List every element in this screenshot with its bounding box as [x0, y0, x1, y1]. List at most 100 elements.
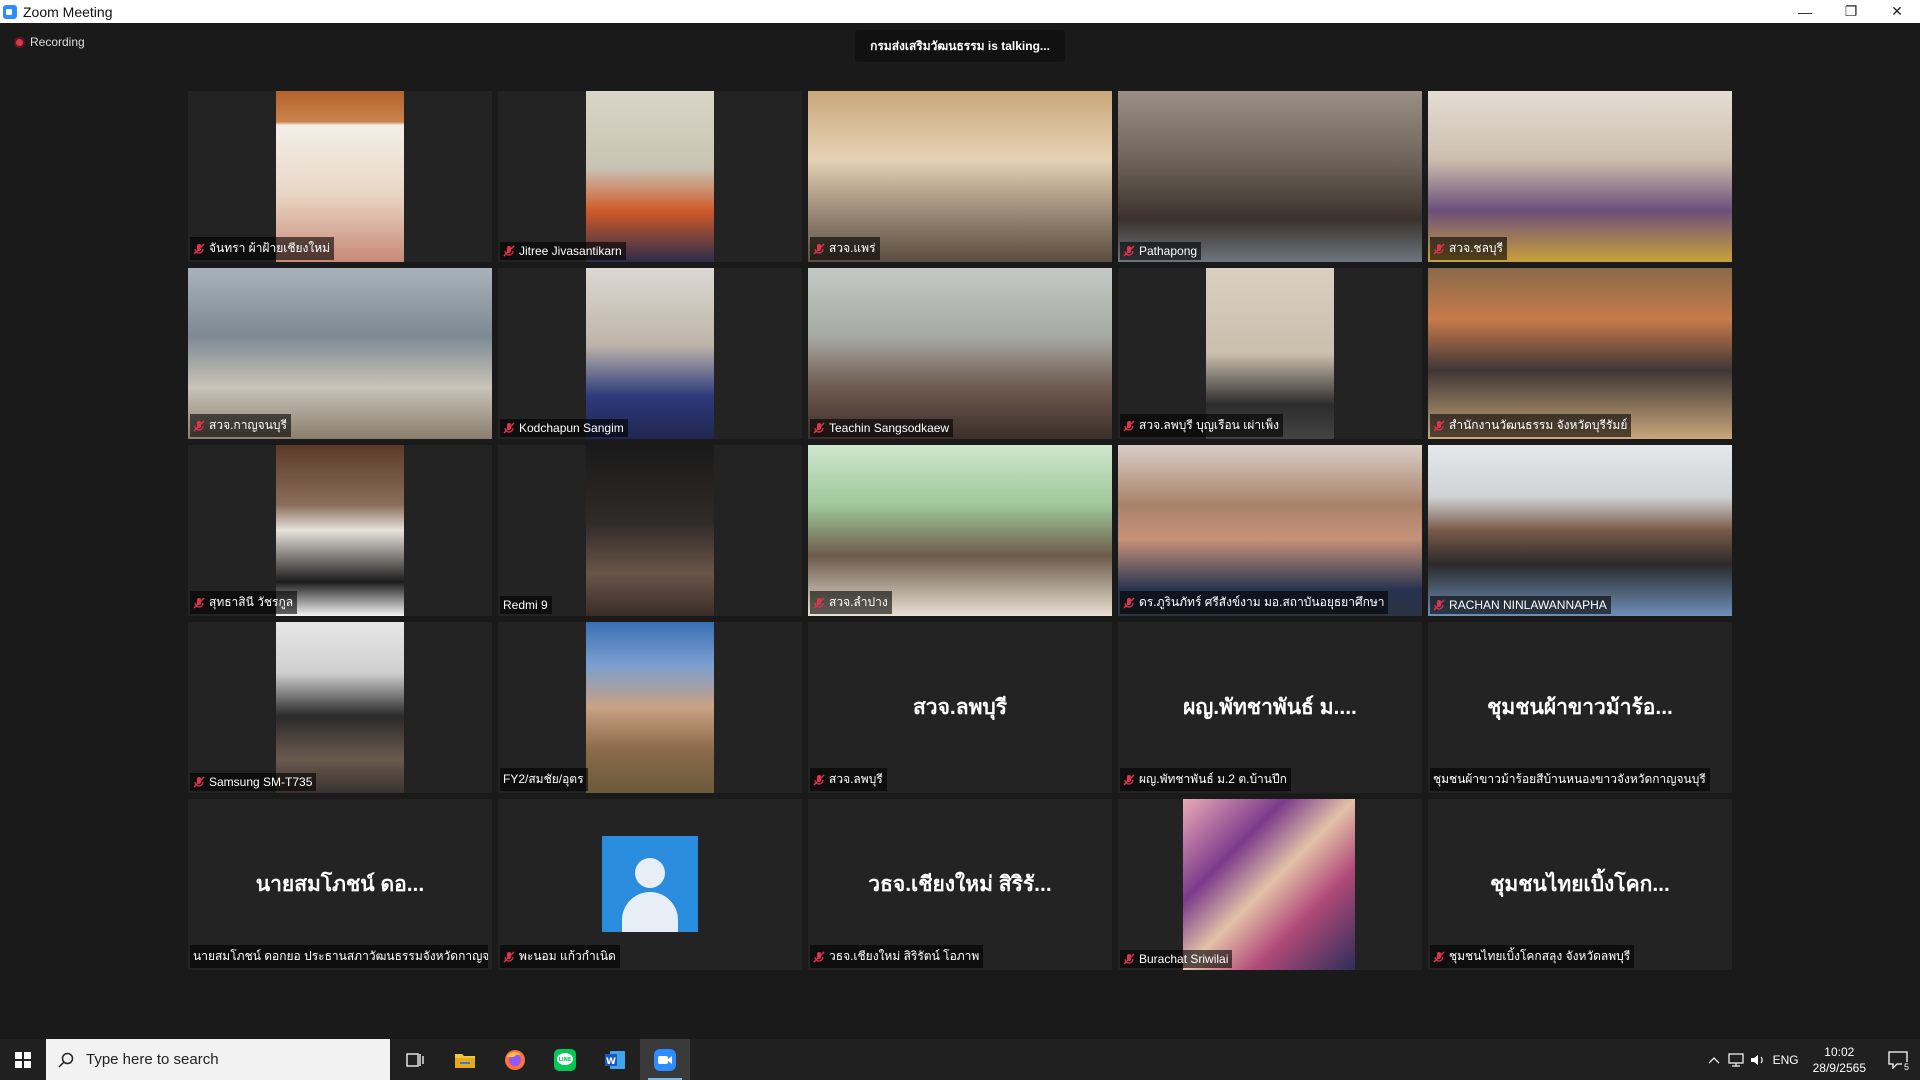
mic-muted-icon [1123, 774, 1135, 785]
participant-tile[interactable]: วธจ.เชียงใหม่ สิริรั... วธจ.เชียงใหม่ สิ… [808, 799, 1112, 970]
participant-tile[interactable]: RACHAN NINLAWANNAPHA [1428, 445, 1732, 616]
participant-tile[interactable]: FY2/สมชัย/อุตร [498, 622, 802, 793]
mic-muted-icon [813, 774, 825, 785]
participant-tile[interactable]: Teachin Sangsodkaew [808, 268, 1112, 439]
mic-muted-icon [813, 243, 825, 254]
participant-tile[interactable]: สวจ.ชลบุรี [1428, 91, 1732, 262]
participant-video [586, 622, 714, 793]
participant-video [1118, 91, 1422, 262]
mic-muted-icon [1123, 420, 1135, 431]
task-view-button[interactable] [390, 1039, 440, 1080]
mic-muted-icon [503, 951, 515, 962]
participant-tile[interactable]: ชุมชนผ้าขาวม้าร้อ... ชุมชนผ้าขาวม้าร้อยส… [1428, 622, 1732, 793]
participant-name-label: Teachin Sangsodkaew [810, 419, 954, 437]
clock-time: 10:02 [1824, 1044, 1855, 1059]
participant-name-label: สุทธาสินี วัชรกูล [190, 591, 298, 614]
close-button[interactable]: ✕ [1874, 0, 1920, 23]
maximize-button[interactable]: ❐ [1828, 0, 1874, 23]
participant-tile[interactable]: Samsung SM-T735 [188, 622, 492, 793]
svg-text:LINE: LINE [559, 1057, 572, 1063]
default-avatar-icon [602, 836, 698, 932]
participant-tile[interactable]: Pathapong [1118, 91, 1422, 262]
participant-video [586, 268, 714, 439]
mic-muted-icon [1123, 953, 1135, 965]
input-language-indicator[interactable]: ENG [1769, 1053, 1803, 1067]
speaker-icon [1750, 1054, 1763, 1065]
line-app-button[interactable]: LINE [540, 1039, 590, 1080]
svg-text:W: W [606, 1057, 616, 1067]
participant-name-label: Jitree Jivasantikarn [500, 242, 626, 260]
participant-tile[interactable]: ชุมชนไทยเบิ้งโคก... ชุมชนไทยเบิ้งโคกสลุง… [1428, 799, 1732, 970]
participant-tile[interactable]: สวจ.ลำปาง [808, 445, 1112, 616]
participant-tile[interactable]: สวจ.แพร่ [808, 91, 1112, 262]
participant-tile[interactable]: นายสมโภชน์ ดอ... นายสมโภชน์ ดอกยอ ประธาน… [188, 799, 492, 970]
notification-count-badge: 5 [1901, 1062, 1911, 1072]
active-speaker-banner: กรมส่งเสริมวัฒนธรรม is talking... [855, 30, 1065, 62]
start-button[interactable] [0, 1039, 46, 1080]
participant-tile[interactable]: จันทรา ผ้าฝ้ายเชียงใหม่ [188, 91, 492, 262]
participant-tile[interactable]: Kodchapun Sangim [498, 268, 802, 439]
mic-muted-icon [1123, 597, 1135, 608]
participant-tile[interactable]: Jitree Jivasantikarn [498, 91, 802, 262]
mic-muted-icon [193, 776, 205, 788]
window-titlebar: Zoom Meeting — ❐ ✕ [0, 0, 1920, 23]
participant-tile[interactable]: สุทธาสินี วัชรกูล [188, 445, 492, 616]
meeting-area: Recording กรมส่งเสริมวัฒนธรรม is talking… [0, 23, 1920, 1039]
recording-indicator[interactable]: Recording [14, 35, 85, 49]
participant-video [1183, 799, 1355, 970]
mic-muted-icon [1123, 245, 1135, 257]
participant-tile[interactable]: Redmi 9 [498, 445, 802, 616]
window-title: Zoom Meeting [23, 3, 113, 20]
minimize-button[interactable]: — [1782, 0, 1828, 23]
participant-video [1428, 445, 1732, 616]
zoom-taskbar-button[interactable] [640, 1039, 690, 1080]
participant-name-label: Pathapong [1120, 242, 1202, 260]
windows-logo-icon [15, 1051, 31, 1068]
zoom-icon [654, 1048, 676, 1071]
word-button[interactable]: W [590, 1039, 640, 1080]
search-input[interactable] [86, 1051, 366, 1068]
action-center-button[interactable]: 5 [1876, 1039, 1920, 1080]
word-icon: W [605, 1050, 625, 1069]
volume-button[interactable] [1747, 1053, 1769, 1067]
participant-name-label: Burachat Sriwilai [1120, 950, 1233, 968]
participant-tile[interactable]: สำนักงานวัฒนธรรม จังหวัดบุรีรัมย์ [1428, 268, 1732, 439]
folder-icon [455, 1053, 475, 1068]
participant-tile[interactable]: พะนอม แก้วกำเนิด [498, 799, 802, 970]
file-explorer-button[interactable] [440, 1039, 490, 1080]
line-icon: LINE [554, 1048, 576, 1071]
participant-tile[interactable]: สวจ.ลพบุรี สวจ.ลพบุรี [808, 622, 1112, 793]
firefox-icon [505, 1049, 525, 1070]
participant-tile[interactable]: สวจ.กาญจนบุรี [188, 268, 492, 439]
network-icon [1728, 1052, 1744, 1067]
recording-dot-icon [14, 36, 25, 48]
participant-video [808, 268, 1112, 439]
participant-tile[interactable]: Burachat Sriwilai [1118, 799, 1422, 970]
participant-name-label: สวจ.ลพบุรี บุญเรือน เผ่าเพ็ง [1120, 414, 1283, 437]
participant-name-label: FY2/สมชัย/อุตร [500, 768, 588, 791]
window-controls: — ❐ ✕ [1782, 0, 1920, 23]
participant-name-label: ชุมชนผ้าขาวม้าร้อยสีบ้านหนองขาวจังหวัดกา… [1430, 768, 1710, 791]
mic-muted-icon [1433, 599, 1445, 611]
participant-name-label: Samsung SM-T735 [190, 773, 317, 791]
show-hidden-icons-button[interactable] [1703, 1056, 1725, 1064]
firefox-button[interactable] [490, 1039, 540, 1080]
participant-tile[interactable]: สวจ.ลพบุรี บุญเรือน เผ่าเพ็ง [1118, 268, 1422, 439]
mic-muted-icon [1433, 243, 1445, 254]
participant-tile[interactable]: ผญ.พัทชาพันธ์ ม.... ผญ.พัทชาพันธ์ ม.2 ต.… [1118, 622, 1422, 793]
taskbar-search-box[interactable] [46, 1039, 390, 1080]
system-tray: ENG 10:02 28/9/2565 5 [1703, 1039, 1920, 1080]
mic-muted-icon [1433, 420, 1445, 431]
network-button[interactable] [1725, 1052, 1747, 1067]
participant-name-label: สวจ.กาญจนบุรี [190, 414, 291, 437]
search-icon [58, 1052, 74, 1068]
taskbar-clock[interactable]: 10:02 28/9/2565 [1813, 1044, 1866, 1076]
participant-name-label: ชุมชนไทยเบิ้งโคกสลุง จังหวัดลพบุรี [1430, 945, 1635, 968]
windows-taskbar: LINE W ENG 10:02 28/9/2565 5 [0, 1039, 1920, 1080]
gallery-grid: จันทรา ผ้าฝ้ายเชียงใหม่ Jitree Jivasanti… [188, 91, 1732, 970]
zoom-logo-icon [3, 4, 17, 19]
participant-tile[interactable]: ดร.ภูรินภัทร์ ศรีสังข์งาม มอ.สถาบันอยุธย… [1118, 445, 1422, 616]
mic-muted-icon [193, 420, 205, 431]
participant-name-label: สำนักงานวัฒนธรรม จังหวัดบุรีรัมย์ [1430, 414, 1632, 437]
mic-muted-icon [813, 951, 825, 962]
